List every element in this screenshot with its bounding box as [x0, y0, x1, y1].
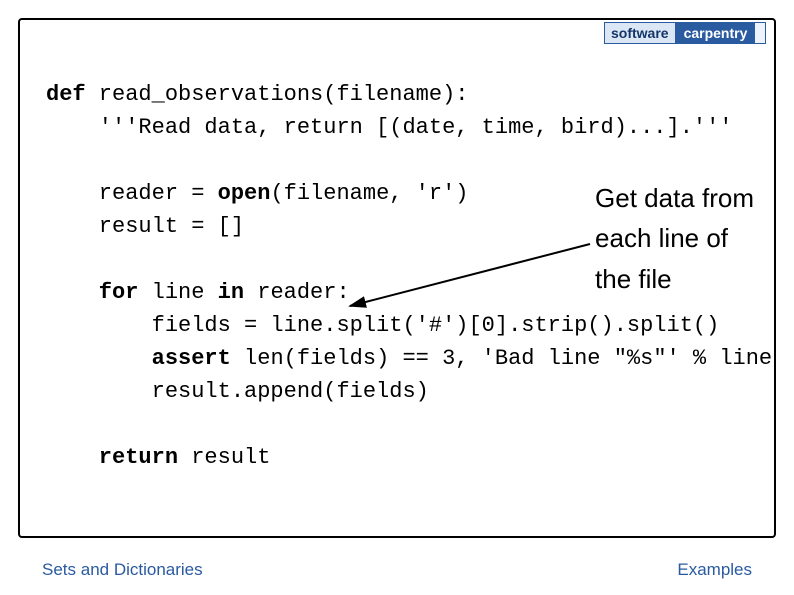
kw-in: in: [218, 280, 244, 305]
kw-for: for: [46, 280, 138, 305]
code-line-4: result = []: [46, 214, 244, 239]
code-line-5b: line: [138, 280, 217, 305]
code-line-5d: reader:: [244, 280, 350, 305]
annotation-line-1: Get data from: [595, 178, 754, 218]
code-line-7b: len(fields) == 3, 'Bad line "%s"' % line: [231, 346, 772, 371]
logo-software: software: [605, 23, 676, 43]
footer-left: Sets and Dictionaries: [42, 560, 203, 580]
kw-assert: assert: [46, 346, 231, 371]
code-line-6: fields = line.split('#')[0].strip().spli…: [46, 313, 719, 338]
kw-def: def: [46, 82, 86, 107]
code-line-1: read_observations(filename):: [86, 82, 469, 107]
code-line-3c: (filename, 'r'): [270, 181, 468, 206]
logo: software carpentry: [604, 22, 766, 44]
annotation-line-2: each line of: [595, 218, 754, 258]
annotation: Get data from each line of the file: [595, 178, 754, 299]
logo-carpentry: carpentry: [676, 23, 756, 43]
code-line-8: result.append(fields): [46, 379, 429, 404]
code-line-3a: reader =: [46, 181, 218, 206]
code-line-9b: result: [178, 445, 270, 470]
kw-open: open: [218, 181, 271, 206]
annotation-line-3: the file: [595, 259, 754, 299]
footer-right: Examples: [677, 560, 752, 580]
code-line-2: '''Read data, return [(date, time, bird)…: [46, 115, 733, 140]
kw-return: return: [46, 445, 178, 470]
